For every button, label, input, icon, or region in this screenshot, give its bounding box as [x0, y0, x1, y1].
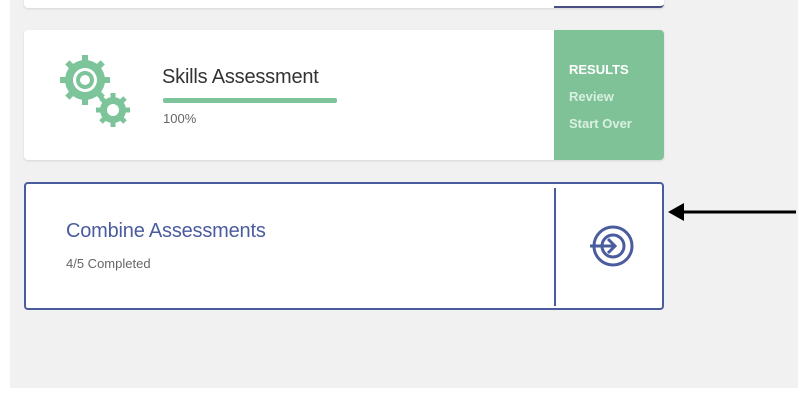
- previous-assessment-card[interactable]: [24, 0, 664, 8]
- progress-bar: [163, 98, 337, 103]
- enter-icon[interactable]: [584, 222, 636, 270]
- combine-assessments-card[interactable]: Combine Assessments 4/5 Completed: [24, 182, 664, 310]
- skills-actions-panel: RESULTS Review Start Over: [554, 30, 664, 160]
- skills-assessment-card: Skills Assessment 100% RESULTS Review St…: [24, 30, 664, 160]
- previous-card-edge: [554, 0, 664, 8]
- arrow-left-icon: [668, 203, 796, 221]
- progress-fill: [163, 98, 337, 103]
- completion-status: 4/5 Completed: [66, 256, 151, 271]
- combine-assessments-title: Combine Assessments: [66, 220, 266, 242]
- start-over-link[interactable]: Start Over: [569, 110, 664, 137]
- progress-percent: 100%: [163, 111, 197, 126]
- gears-icon: [60, 55, 130, 127]
- review-link[interactable]: Review: [569, 83, 664, 110]
- card-divider: [554, 188, 556, 306]
- results-link[interactable]: RESULTS: [569, 56, 664, 83]
- skills-assessment-title: Skills Assessment: [162, 66, 319, 88]
